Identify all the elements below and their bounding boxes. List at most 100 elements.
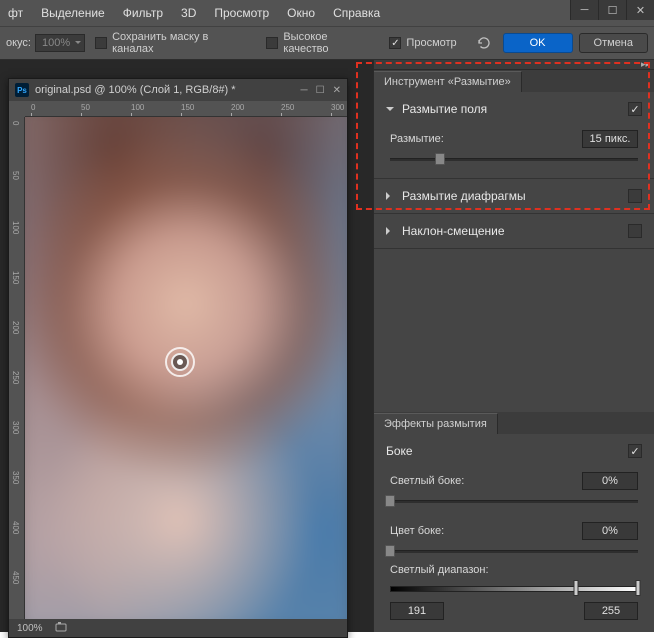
bokeh-enable-checkbox[interactable] [628, 444, 642, 458]
section-field-blur: Размытие поля Размытие: 15 пикс. [374, 92, 654, 179]
window-close-button[interactable]: ✕ [626, 0, 654, 20]
doc-close-icon[interactable]: ✕ [333, 85, 341, 96]
slider-thumb[interactable] [435, 153, 445, 165]
document-titlebar[interactable]: Ps original.psd @ 100% (Слой 1, RGB/8#) … [9, 79, 347, 101]
blur-amount-label: Размытие: [390, 133, 444, 145]
slider-track [390, 158, 638, 161]
document-title: original.psd @ 100% (Слой 1, RGB/8#) * [35, 84, 236, 96]
blur-pin[interactable] [165, 347, 195, 377]
doc-minimize-icon[interactable]: ─ [301, 85, 308, 96]
reset-icon[interactable] [475, 35, 493, 51]
menu-item[interactable]: Выделение [41, 6, 105, 20]
high-quality-label: Высокое качество [283, 31, 375, 55]
blur-panel: ▸▸ Инструмент «Размытие» Размытие поля Р… [373, 60, 654, 632]
high-quality-checkbox[interactable] [266, 37, 278, 49]
canvas[interactable] [25, 117, 347, 619]
preview-checkbox[interactable] [389, 37, 401, 49]
ruler-vertical[interactable]: 0 50 100 150 200 250 300 350 400 450 [9, 117, 25, 619]
chevron-down-icon [386, 107, 394, 115]
tab-row: Инструмент «Размытие» [374, 70, 654, 92]
blur-amount-value[interactable]: 15 пикс. [582, 130, 638, 148]
ruler-tick: 300 [11, 421, 20, 434]
section-tilt-shift: Наклон-смещение [374, 214, 654, 249]
tilt-shift-enable-checkbox[interactable] [628, 224, 642, 238]
section-title: Размытие поля [402, 102, 487, 116]
light-range-high[interactable]: 255 [584, 602, 638, 620]
menu-item[interactable]: 3D [181, 6, 196, 20]
light-range-label: Светлый диапазон: [390, 564, 638, 576]
doc-maximize-icon[interactable]: ☐ [316, 85, 325, 96]
menu-item[interactable]: Просмотр [214, 6, 269, 20]
light-bokeh-value[interactable]: 0% [582, 472, 638, 490]
slider-track [390, 550, 638, 553]
window-maximize-button[interactable]: ☐ [598, 0, 626, 20]
slider-thumb[interactable] [385, 495, 395, 507]
ruler-tick: 300 [331, 103, 344, 112]
slider-track [390, 500, 638, 503]
range-thumb-low[interactable] [574, 580, 579, 596]
ok-button[interactable]: OK [503, 33, 573, 53]
document-window: Ps original.psd @ 100% (Слой 1, RGB/8#) … [8, 78, 348, 638]
section-header-bokeh: Боке [386, 444, 642, 458]
window-minimize-button[interactable]: ─ [570, 0, 598, 20]
light-bokeh-label: Светлый боке: [390, 475, 464, 487]
chevron-right-icon [386, 227, 394, 235]
focus-dropdown[interactable]: 100% [35, 34, 85, 52]
ruler-tick: 350 [11, 471, 20, 484]
ruler-tick: 50 [81, 103, 90, 112]
chevron-right-icon [386, 192, 394, 200]
ruler-tick: 250 [11, 371, 20, 384]
section-header-iris-blur[interactable]: Размытие диафрагмы [386, 189, 642, 203]
ruler-tick: 450 [11, 571, 20, 584]
tab-blur-tools[interactable]: Инструмент «Размытие» [374, 71, 522, 92]
save-mask-label: Сохранить маску в каналах [112, 31, 252, 55]
section-header-tilt-shift[interactable]: Наклон-смещение [386, 224, 642, 238]
section-header-field-blur[interactable]: Размытие поля [386, 102, 642, 116]
field-blur-enable-checkbox[interactable] [628, 102, 642, 116]
ruler-tick: 200 [231, 103, 244, 112]
ruler-tick: 150 [11, 271, 20, 284]
tab-blur-effects[interactable]: Эффекты размытия [374, 413, 498, 434]
photoshop-icon: Ps [15, 83, 29, 97]
ruler-tick: 0 [11, 121, 20, 125]
panel-menu-icon[interactable]: ▸▸ [641, 59, 650, 70]
range-thumb-high[interactable] [636, 580, 641, 596]
ruler-tick: 250 [281, 103, 294, 112]
section-title: Размытие диафрагмы [402, 189, 526, 203]
ruler-horizontal[interactable]: 0 50 100 150 200 250 300 [25, 101, 347, 117]
blur-amount-slider[interactable] [390, 152, 638, 166]
ruler-tick: 100 [11, 221, 20, 234]
cancel-button[interactable]: Отмена [579, 33, 648, 53]
section-title: Боке [386, 444, 413, 458]
preview-label: Просмотр [406, 37, 456, 49]
save-mask-checkbox[interactable] [95, 37, 107, 49]
tab-row: Эффекты размытия [374, 412, 654, 434]
light-range-slider[interactable] [390, 580, 638, 598]
slider-thumb[interactable] [385, 545, 395, 557]
doc-info-icon[interactable] [55, 622, 67, 635]
menu-item[interactable]: Справка [333, 6, 380, 20]
panel-header: ▸▸ [374, 60, 654, 70]
section-iris-blur: Размытие диафрагмы [374, 179, 654, 214]
iris-blur-enable-checkbox[interactable] [628, 189, 642, 203]
color-bokeh-label: Цвет боке: [390, 525, 444, 537]
ruler-tick: 150 [181, 103, 194, 112]
ruler-tick: 200 [11, 321, 20, 334]
focus-label: окус: [6, 37, 31, 49]
menu-item[interactable]: Окно [287, 6, 315, 20]
menu-item[interactable]: фт [8, 6, 23, 20]
color-bokeh-value[interactable]: 0% [582, 522, 638, 540]
ruler-tick: 100 [131, 103, 144, 112]
ruler-tick: 0 [31, 103, 35, 112]
section-bokeh: Боке Светлый боке: 0% Цвет боке: 0% [374, 434, 654, 632]
section-title: Наклон-смещение [402, 224, 505, 238]
color-bokeh-slider[interactable] [390, 544, 638, 558]
options-bar: окус: 100% Сохранить маску в каналах Выс… [0, 26, 654, 60]
document-area: Ps original.psd @ 100% (Слой 1, RGB/8#) … [0, 60, 373, 632]
range-track [390, 586, 638, 592]
light-range-low[interactable]: 191 [390, 602, 444, 620]
ruler-tick: 400 [11, 521, 20, 534]
document-status-bar: 100% [9, 619, 347, 637]
menu-item[interactable]: Фильтр [123, 6, 163, 20]
light-bokeh-slider[interactable] [390, 494, 638, 508]
